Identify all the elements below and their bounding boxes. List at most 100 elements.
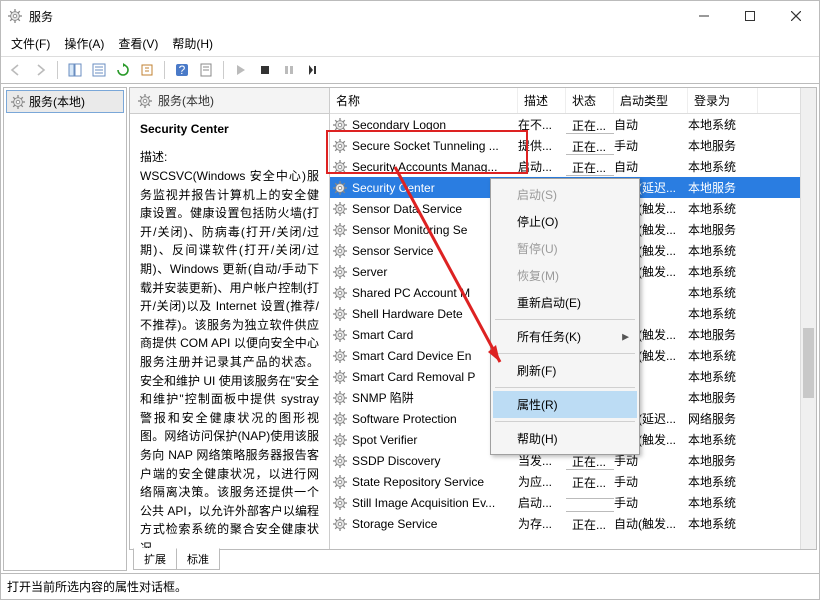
- window-title: 服务: [29, 8, 681, 25]
- tab-extended[interactable]: 扩展: [133, 548, 177, 570]
- cell-name: Storage Service: [352, 517, 518, 531]
- ctx-resume[interactable]: 恢复(M): [493, 262, 637, 289]
- close-button[interactable]: [773, 1, 819, 31]
- gear-icon: [332, 348, 348, 364]
- app-icon: [7, 8, 23, 24]
- list-title: 服务(本地): [158, 92, 214, 109]
- tab-standard[interactable]: 标准: [177, 548, 220, 570]
- column-headers: 名称 描述 状态 启动类型 登录为: [330, 88, 816, 114]
- cell-start: 手动: [614, 494, 688, 511]
- gear-icon: [332, 516, 348, 532]
- properties-icon[interactable]: [195, 59, 217, 81]
- gear-icon: [332, 264, 348, 280]
- cell-desc: 启动...: [518, 494, 566, 511]
- gear-icon: [332, 327, 348, 343]
- ctx-properties[interactable]: 属性(R): [493, 391, 637, 418]
- svg-text:?: ?: [179, 63, 186, 77]
- cell-start: 自动(触发...: [614, 515, 688, 532]
- gear-icon: [332, 222, 348, 238]
- ctx-start[interactable]: 启动(S): [493, 181, 637, 208]
- maximize-button[interactable]: [727, 1, 773, 31]
- scrollbar[interactable]: [800, 88, 816, 549]
- table-row[interactable]: State Repository Service为应...正在...手动本地系统: [330, 471, 816, 492]
- gear-icon: [11, 95, 25, 109]
- details-icon[interactable]: [88, 59, 110, 81]
- menu-help[interactable]: 帮助(H): [166, 33, 219, 54]
- cell-desc: 为存...: [518, 515, 566, 532]
- help-icon[interactable]: ?: [171, 59, 193, 81]
- submenu-arrow-icon: ▶: [622, 331, 629, 342]
- cell-status: 正在...: [566, 469, 614, 495]
- cell-desc: 启动...: [518, 158, 566, 175]
- cell-desc: 为应...: [518, 473, 566, 490]
- export-icon[interactable]: [136, 59, 158, 81]
- cell-desc: 在不...: [518, 116, 566, 133]
- ctx-restart[interactable]: 重新启动(E): [493, 289, 637, 316]
- col-name[interactable]: 名称: [330, 88, 518, 113]
- refresh-icon[interactable]: [112, 59, 134, 81]
- ctx-pause[interactable]: 暂停(U): [493, 235, 637, 262]
- play-icon[interactable]: [230, 59, 252, 81]
- cell-status: 正在...: [566, 511, 614, 537]
- col-status[interactable]: 状态: [566, 88, 614, 113]
- cell-logon: 本地服务: [688, 452, 816, 469]
- cell-start: 手动: [614, 473, 688, 490]
- menu-action[interactable]: 操作(A): [58, 33, 110, 54]
- cell-logon: 本地服务: [688, 221, 816, 238]
- cell-logon: 本地系统: [688, 473, 816, 490]
- cell-logon: 本地系统: [688, 242, 816, 259]
- toolbar: ?: [1, 56, 819, 84]
- cell-start: 自动: [614, 116, 688, 133]
- gear-icon: [138, 94, 152, 108]
- gear-icon: [332, 180, 348, 196]
- cell-logon: 网络服务: [688, 410, 816, 427]
- col-logon[interactable]: 登录为: [688, 88, 758, 113]
- cell-logon: 本地系统: [688, 158, 816, 175]
- gear-icon: [332, 285, 348, 301]
- show-hide-tree-button[interactable]: [64, 59, 86, 81]
- services-list: 名称 描述 状态 启动类型 登录为 Secondary Logon在不... 正在…: [330, 88, 816, 549]
- cell-logon: 本地系统: [688, 200, 816, 217]
- cell-logon: 本地服务: [688, 326, 816, 343]
- menu-view[interactable]: 查看(V): [112, 33, 164, 54]
- cell-logon: 本地系统: [688, 284, 816, 301]
- gear-icon: [332, 369, 348, 385]
- scrollbar-thumb[interactable]: [803, 328, 814, 398]
- cell-logon: 本地系统: [688, 494, 816, 511]
- table-row[interactable]: Storage Service为存...正在...自动(触发...本地系统: [330, 513, 816, 534]
- pause-icon[interactable]: [278, 59, 300, 81]
- tree-node-label: 服务(本地): [29, 93, 85, 110]
- gear-icon: [332, 243, 348, 259]
- view-tabs: 扩展 标准: [129, 549, 817, 571]
- col-desc[interactable]: 描述: [518, 88, 566, 113]
- cell-name: SSDP Discovery: [352, 454, 518, 468]
- cell-logon: 本地服务: [688, 179, 816, 196]
- cell-logon: 本地服务: [688, 137, 816, 154]
- back-button[interactable]: [5, 59, 27, 81]
- ctx-all-tasks[interactable]: 所有任务(K)▶: [493, 323, 637, 350]
- tree-node-services-local[interactable]: 服务(本地): [6, 90, 124, 113]
- ctx-help[interactable]: 帮助(H): [493, 425, 637, 452]
- menu-file[interactable]: 文件(F): [5, 33, 56, 54]
- ctx-stop[interactable]: 停止(O): [493, 208, 637, 235]
- cell-name: Secure Socket Tunneling ...: [352, 139, 518, 153]
- gear-icon: [332, 138, 348, 154]
- stop-icon[interactable]: [254, 59, 276, 81]
- main: 服务(本地) 服务(本地) Security Center 描述: WSCSVC…: [1, 84, 819, 573]
- cell-logon: 本地系统: [688, 305, 816, 322]
- minimize-button[interactable]: [681, 1, 727, 31]
- cell-name: Secondary Logon: [352, 118, 518, 132]
- cell-name: Still Image Acquisition Ev...: [352, 496, 518, 510]
- description-label: 描述:: [140, 148, 319, 165]
- ctx-refresh[interactable]: 刷新(F): [493, 357, 637, 384]
- cell-desc: 提供...: [518, 137, 566, 154]
- forward-button[interactable]: [29, 59, 51, 81]
- gear-icon: [332, 411, 348, 427]
- col-start[interactable]: 启动类型: [614, 88, 688, 113]
- restart-icon[interactable]: [302, 59, 324, 81]
- cell-logon: 本地系统: [688, 431, 816, 448]
- cell-start: 手动: [614, 137, 688, 154]
- cell-logon: 本地系统: [688, 368, 816, 385]
- gear-icon: [332, 453, 348, 469]
- gear-icon: [332, 390, 348, 406]
